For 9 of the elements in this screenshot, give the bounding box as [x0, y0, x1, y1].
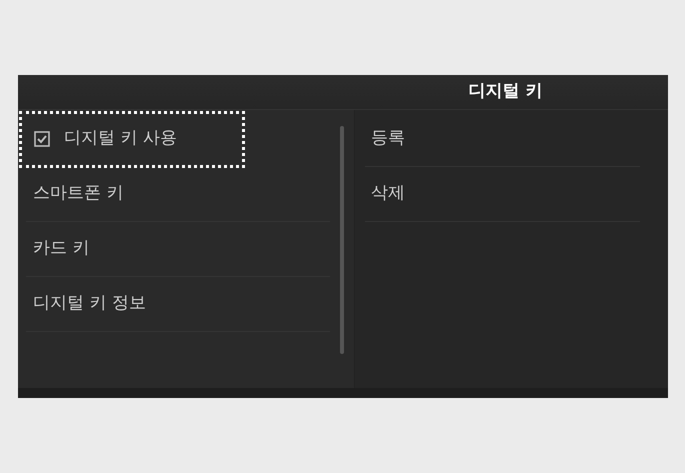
- checkbox[interactable]: [34, 131, 50, 147]
- submenu-item[interactable]: 삭제: [365, 167, 640, 222]
- menu-item[interactable]: 디지털 키 정보: [26, 277, 330, 332]
- menu-item[interactable]: 카드 키: [26, 222, 330, 277]
- submenu-item[interactable]: 등록: [365, 112, 640, 167]
- menu-item[interactable]: 스마트폰 키: [26, 167, 330, 222]
- menu-row[interactable]: 디지털 키 사용: [20, 112, 244, 167]
- menu-label: 디지털 키 사용: [64, 127, 177, 150]
- screen-title: 디지털 키: [468, 80, 542, 104]
